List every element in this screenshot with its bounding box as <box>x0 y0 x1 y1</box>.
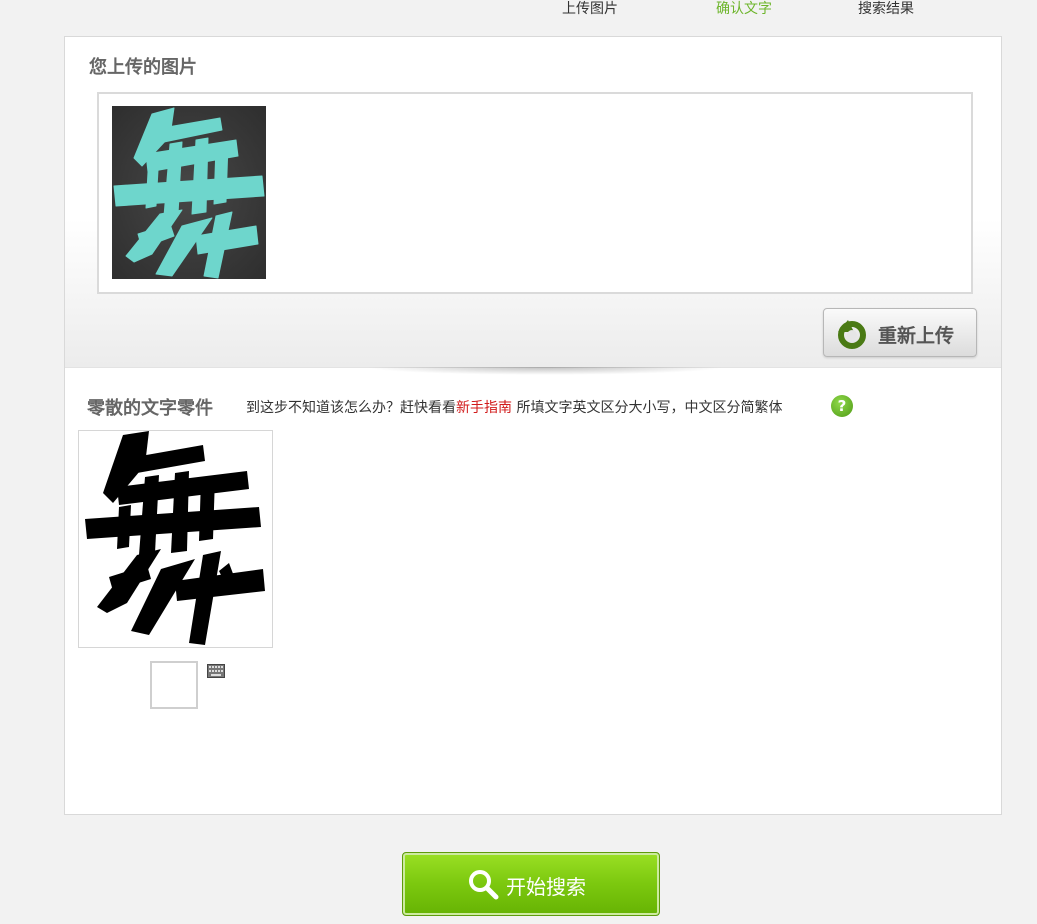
help-hint: 到这步不知道该怎么办？赶快看看新手指南 所填文字英文区分大小写，中文区分简繁体 <box>246 397 782 417</box>
reupload-button[interactable]: 重新上传 <box>823 308 977 357</box>
reupload-arrow-icon <box>838 320 866 349</box>
start-search-button[interactable]: 开始搜索 <box>402 852 660 916</box>
step-upload-image: 上传图片 <box>562 1 618 17</box>
beginner-guide-link[interactable]: 新手指南 <box>456 400 512 416</box>
uploaded-image-section: 您上传的图片 重新上传 <box>65 37 1001 368</box>
text-parts-title: 零散的文字零件 <box>87 398 213 419</box>
section-divider <box>365 367 725 375</box>
uploaded-calligraphy-image <box>113 107 265 279</box>
step-search-results: 搜索结果 <box>858 1 914 17</box>
step-confirm-text: 确认文字 <box>716 1 772 17</box>
keyboard-icon[interactable] <box>207 664 225 678</box>
start-search-label: 开始搜索 <box>506 875 586 899</box>
uploaded-image-frame <box>97 92 973 294</box>
reupload-label: 重新上传 <box>878 325 955 347</box>
search-icon <box>469 870 499 900</box>
character-input[interactable] <box>150 661 198 709</box>
uploaded-image-title: 您上传的图片 <box>89 57 197 78</box>
hint-prefix: 到这步不知道该怎么办？赶快看看 <box>246 400 456 416</box>
main-panel: 您上传的图片 重新上传 零散的文字零件 到这步不知道该怎么办？赶快看看新手指南 … <box>64 36 1002 815</box>
hint-suffix: 所填文字英文区分大小写，中文区分简繁体 <box>512 400 783 416</box>
character-part-image <box>78 430 273 648</box>
step-indicator: 上传图片 确认文字 搜索结果 <box>0 0 1037 30</box>
uploaded-image-thumbnail <box>112 106 266 279</box>
character-part-calligraphy <box>85 431 265 645</box>
help-icon[interactable]: ? <box>831 395 853 417</box>
